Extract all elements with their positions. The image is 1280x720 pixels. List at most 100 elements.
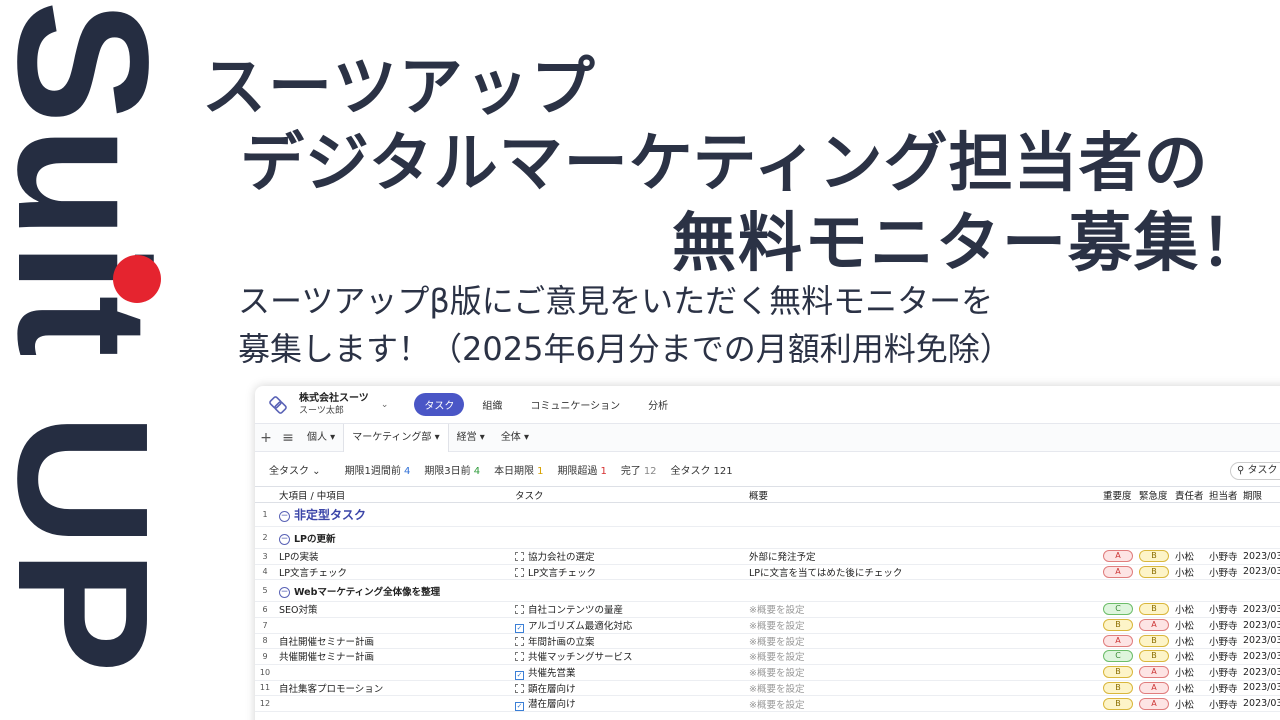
column-header[interactable]: 責任者 xyxy=(1171,486,1205,503)
column-header[interactable]: 緊急度 xyxy=(1135,486,1171,503)
company-switcher[interactable]: 株式会社スーツ スーツ太郎 xyxy=(299,393,369,417)
checkbox-icon[interactable] xyxy=(515,683,524,693)
add-icon[interactable]: + xyxy=(255,430,277,446)
filter-tab[interactable]: 個人 ▾ xyxy=(299,424,343,452)
filter-tab[interactable]: 経営 ▾ xyxy=(449,424,493,452)
nav-tab[interactable]: 組織 xyxy=(472,393,512,416)
group-row[interactable]: 1− 非定型タスク xyxy=(255,502,1280,527)
subtitle-line1: スーツアップβ版にご意見をいただく無料モニターを xyxy=(238,282,994,320)
row-number: 1 xyxy=(255,502,275,527)
column-header[interactable]: 期限 xyxy=(1239,486,1280,503)
due-cell: 2023/03 xyxy=(1239,617,1280,634)
chevron-down-icon[interactable]: ⌄ xyxy=(381,400,389,410)
importance-badge[interactable]: A xyxy=(1103,634,1133,647)
menu-icon[interactable]: ≡ xyxy=(277,430,299,446)
group-row[interactable]: 2− LPの更新 xyxy=(255,526,1280,549)
urgency-badge[interactable]: A xyxy=(1139,697,1169,710)
summary-cell: ※概要を設定 xyxy=(745,633,1099,649)
importance-badge[interactable]: B xyxy=(1103,697,1133,710)
importance-badge[interactable]: C xyxy=(1103,603,1133,616)
table-row[interactable]: 3 LPの実装 協力会社の選定 外部に発注予定 A B 小松 小野寺 2023/03 xyxy=(255,548,1280,565)
search-placeholder: タスク xyxy=(1247,465,1278,476)
importance-badge[interactable]: B xyxy=(1103,681,1133,694)
column-header[interactable]: 担当者 xyxy=(1205,486,1239,503)
column-header[interactable]: 大項目 / 中項目 xyxy=(275,486,511,503)
stat-value: 1 xyxy=(600,465,607,477)
assignee-cell: 小野寺 xyxy=(1205,601,1239,618)
headline-line2: デジタルマーケティング担当者の xyxy=(240,127,1209,201)
table-row[interactable]: 12 ✓ 潜在層向け ※概要を設定 B A 小松 小野寺 2023/03 xyxy=(255,695,1280,712)
brand-logo-text: Suit UP xyxy=(0,0,186,676)
headline-line3: 無料モニター募集！ xyxy=(672,207,1266,281)
column-header[interactable]: タスク xyxy=(511,486,745,503)
nav-tab[interactable]: コミュニケーション xyxy=(520,393,630,416)
importance-badge[interactable]: A xyxy=(1103,565,1133,578)
item-cell: LP文言チェック xyxy=(275,564,511,580)
urgency-badge[interactable]: B xyxy=(1139,565,1169,578)
row-number: 4 xyxy=(255,564,275,580)
urgency-badge[interactable]: A xyxy=(1139,666,1169,678)
collapse-icon[interactable]: − xyxy=(279,511,290,522)
stat-value: 121 xyxy=(713,465,733,477)
table-row[interactable]: 10 ✓ 共催先営業 ※概要を設定 B A 小松 小野寺 2023/03 xyxy=(255,664,1280,681)
urgency-badge[interactable]: B xyxy=(1139,650,1169,663)
summary-cell: ※概要を設定 xyxy=(745,664,1099,681)
importance-badge[interactable]: A xyxy=(1103,550,1133,563)
table-row[interactable]: 9 共催開催セミナー計画 共催マッチングサービス ※概要を設定 C B 小松 小野寺 2023/… xyxy=(255,648,1280,665)
importance-cell: B xyxy=(1099,680,1135,696)
stat-label: 全タスク xyxy=(670,465,711,477)
nav-tab[interactable]: 分析 xyxy=(638,393,678,416)
importance-badge[interactable]: B xyxy=(1103,666,1133,678)
collapse-icon[interactable]: − xyxy=(279,533,290,545)
urgency-badge[interactable]: B xyxy=(1139,634,1169,647)
table-row[interactable]: 4 LP文言チェック LP文言チェック LPに文言を当てはめた後にチェック A B 小松 小野… xyxy=(255,564,1280,580)
assignee-cell: 小野寺 xyxy=(1205,548,1239,565)
group-row[interactable]: 5− Webマーケティング全体像を整理 xyxy=(255,579,1280,602)
checkbox-icon[interactable] xyxy=(515,567,524,577)
stat-label: 完了 xyxy=(620,465,641,477)
stats-list: 期限1週間前 4 期限3日前 4 本日期限 1 期限超過 1 完了 12 全タスク 121 xyxy=(345,462,747,477)
table-row[interactable]: 11 自社集客プロモーション 顕在層向け ※概要を設定 B A 小松 小野寺 2023/03 xyxy=(255,680,1280,696)
checkbox-checked-icon[interactable]: ✓ xyxy=(515,670,524,679)
checkbox-icon[interactable] xyxy=(515,605,524,615)
filter-tab[interactable]: 全体 ▾ xyxy=(493,424,537,452)
urgency-cell: B xyxy=(1135,601,1171,618)
urgency-badge[interactable]: B xyxy=(1139,603,1169,616)
urgency-badge[interactable]: A xyxy=(1139,681,1169,694)
task-selector[interactable]: 全タスク ⌄ xyxy=(269,462,321,477)
due-cell: 2023/03 xyxy=(1239,601,1280,618)
task-cell: LP文言チェック xyxy=(511,564,745,580)
table-row[interactable]: 8 自社開催セミナー計画 年間計画の立案 ※概要を設定 A B 小松 小野寺 2023/03 xyxy=(255,633,1280,649)
table-header: 大項目 / 中項目 タスク 概要 重要度 緊急度 責任者 担当者 期限 xyxy=(255,486,1280,503)
table-row[interactable]: 7 ✓ アルゴリズム最適化対応 ※概要を設定 B A 小松 小野寺 2023/03 xyxy=(255,617,1280,634)
importance-badge[interactable]: C xyxy=(1103,650,1133,663)
app-logo-icon[interactable] xyxy=(267,394,289,416)
row-number: 11 xyxy=(255,680,275,696)
task-cell: 年間計画の立案 xyxy=(511,633,745,649)
checkbox-icon[interactable] xyxy=(515,652,524,662)
table-row[interactable]: 6 SEO対策 自社コンテンツの量産 ※概要を設定 C B 小松 小野寺 2023/03 xyxy=(255,601,1280,618)
stat-label: 期限1週間前 xyxy=(344,465,401,477)
collapse-icon[interactable]: − xyxy=(279,586,290,598)
checkbox-icon[interactable] xyxy=(515,552,524,562)
urgency-badge[interactable]: A xyxy=(1139,619,1169,631)
importance-cell: C xyxy=(1099,601,1135,618)
summary-cell: LPに文言を当てはめた後にチェック xyxy=(745,564,1099,580)
nav-tab[interactable]: タスク xyxy=(414,393,465,416)
row-number: 8 xyxy=(255,633,275,649)
importance-badge[interactable]: B xyxy=(1103,619,1133,631)
checkbox-icon[interactable] xyxy=(515,636,524,646)
checkbox-checked-icon[interactable]: ✓ xyxy=(515,623,524,632)
checkbox-checked-icon[interactable]: ✓ xyxy=(515,702,524,711)
item-cell: 自社開催セミナー計画 xyxy=(275,633,511,649)
filter-tab[interactable]: マーケティング部 ▾ xyxy=(343,423,449,452)
summary-cell: ※概要を設定 xyxy=(745,695,1099,712)
column-header[interactable]: 概要 xyxy=(745,486,1099,503)
search-input[interactable]: ⚲ タスク xyxy=(1230,462,1280,480)
urgency-badge[interactable]: B xyxy=(1139,550,1169,563)
stat-label: 本日期限 xyxy=(494,465,535,477)
urgency-cell: B xyxy=(1135,633,1171,649)
task-cell: ✓ 潜在層向け xyxy=(511,695,745,712)
due-cell: 2023/03 xyxy=(1239,548,1280,565)
column-header[interactable]: 重要度 xyxy=(1099,486,1135,503)
